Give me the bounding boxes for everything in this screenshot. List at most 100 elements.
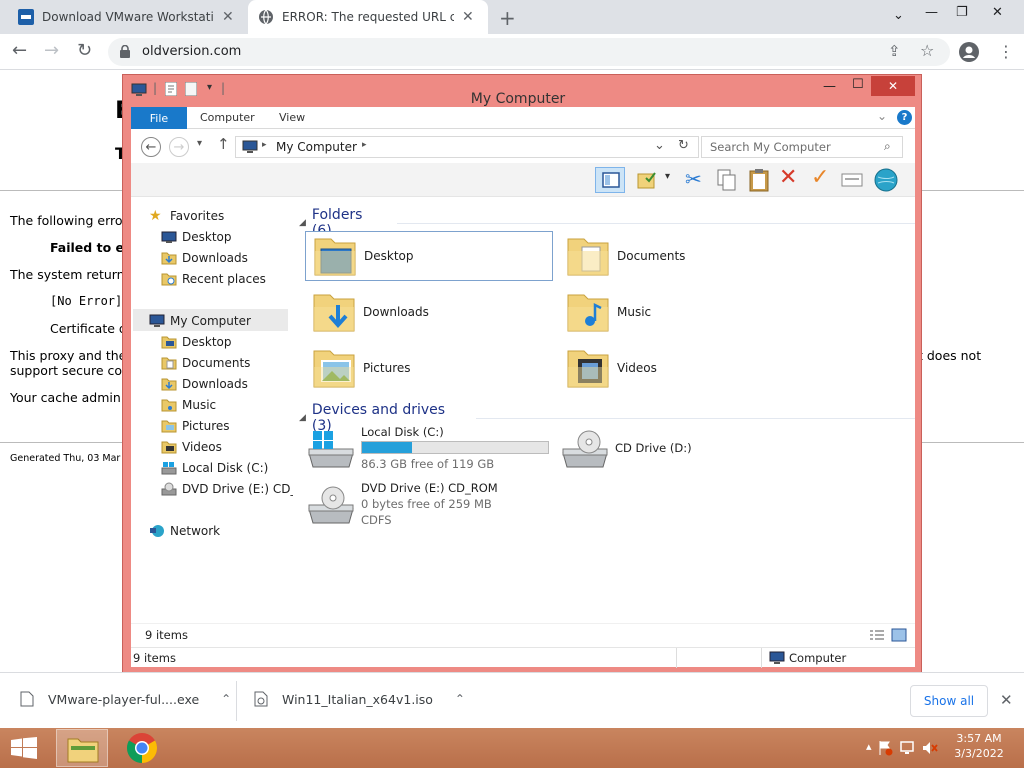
drive-cd-d[interactable]: CD Drive (D:) xyxy=(559,425,809,475)
tab-file[interactable]: File xyxy=(131,107,187,129)
nav-mc-music[interactable]: Music xyxy=(161,398,216,412)
forward-icon[interactable]: → xyxy=(44,40,59,61)
close-tab-icon[interactable]: ✕ xyxy=(222,9,234,25)
nav-mc-desktop[interactable]: Desktop xyxy=(161,335,232,349)
forward-icon[interactable]: → xyxy=(169,137,189,157)
delete-icon[interactable]: ✕ xyxy=(779,165,797,190)
tab-search-icon[interactable]: ⌄ xyxy=(893,8,904,23)
folder-downloads[interactable]: Downloads xyxy=(305,287,553,337)
cut-icon[interactable]: ✂ xyxy=(685,167,702,191)
nav-label: Music xyxy=(182,398,217,412)
bookmark-star-icon[interactable]: ☆ xyxy=(920,41,934,60)
drive-name: CD Drive (D:) xyxy=(615,441,692,455)
expand-ribbon-icon[interactable]: ⌄ xyxy=(877,109,887,123)
volume-muted-icon[interactable] xyxy=(922,740,938,756)
address-dropdown-icon[interactable]: ⌄ xyxy=(654,138,665,153)
command-bar: ▾ ✂ ✕ ✓ xyxy=(131,163,915,197)
nav-mc-videos[interactable]: Videos xyxy=(161,440,222,454)
recent-locations-icon[interactable]: ▾ xyxy=(197,138,202,149)
action-center-flag-icon[interactable] xyxy=(877,740,893,756)
rename-icon[interactable] xyxy=(841,173,863,187)
properties-check-icon[interactable] xyxy=(637,170,659,190)
network-globe-icon[interactable] xyxy=(873,167,899,193)
folder-pictures[interactable]: Pictures xyxy=(305,343,553,393)
download-item-win11[interactable]: Win11_Italian_x64v1.iso ⌃ xyxy=(254,691,465,707)
nav-fav-recent[interactable]: Recent places xyxy=(161,272,266,286)
drive-dvd-e[interactable]: DVD Drive (E:) CD_ROM 0 bytes free of 25… xyxy=(305,481,555,531)
nav-mc-documents[interactable]: Documents xyxy=(161,356,250,370)
minimize-icon[interactable]: — xyxy=(925,5,938,20)
main-pane: ★ Favorites Desktop Downloads Recent pla… xyxy=(131,197,915,623)
dvd-drive-icon xyxy=(161,482,177,496)
close-download-bar-icon[interactable]: ✕ xyxy=(1000,691,1013,709)
tab-view[interactable]: View xyxy=(279,111,305,124)
tab-computer[interactable]: Computer xyxy=(200,111,255,124)
file-icon xyxy=(20,691,34,707)
minimize-icon[interactable]: — xyxy=(823,79,836,94)
ribbon-tabs: File Computer View ⌄ ? xyxy=(131,107,915,129)
nav-my-computer[interactable]: My Computer xyxy=(149,314,251,328)
drive-local-disk-c[interactable]: Local Disk (C:) 86.3 GB free of 119 GB xyxy=(305,425,555,475)
address-bar[interactable]: oldversion.com ⇪ ☆ xyxy=(108,38,950,66)
nav-mc-pictures[interactable]: Pictures xyxy=(161,419,230,433)
content-area: ◢ Folders (6) Desktop Documents Download… xyxy=(293,197,915,623)
up-icon[interactable]: ↑ xyxy=(217,135,230,153)
tab-vmware[interactable]: Download VMware Workstation Player ✕ xyxy=(8,0,248,34)
close-window-icon[interactable]: ✕ xyxy=(992,5,1003,20)
breadcrumb-chevron-icon: ▸ xyxy=(362,140,367,150)
taskbar-explorer-button[interactable] xyxy=(56,729,108,767)
details-view-icon[interactable] xyxy=(869,629,885,641)
address-row: ← → ▾ ↑ ▸ My Computer ▸ ⌄ ↻ Search My Co… xyxy=(131,129,915,163)
share-icon[interactable]: ⇪ xyxy=(888,42,901,60)
address-field[interactable]: ▸ My Computer ▸ ⌄ ↻ xyxy=(235,136,699,158)
chrome-icon[interactable] xyxy=(126,732,158,764)
close-window-button[interactable]: ✕ xyxy=(871,76,915,96)
large-icons-view-icon[interactable] xyxy=(891,628,907,642)
page-text: support secure con xyxy=(10,363,130,378)
close-tab-icon[interactable]: ✕ xyxy=(462,9,474,25)
nav-network[interactable]: Network xyxy=(149,524,220,538)
network-status-icon[interactable] xyxy=(899,740,917,756)
folder-desktop[interactable]: Desktop xyxy=(305,231,553,281)
nav-mc-local-disk[interactable]: Local Disk (C:) xyxy=(161,461,268,475)
videos-folder-icon xyxy=(161,441,177,454)
new-tab-button[interactable]: + xyxy=(499,6,516,30)
show-all-button[interactable]: Show all xyxy=(910,685,988,717)
dropdown-icon[interactable]: ▾ xyxy=(665,171,670,182)
paste-icon[interactable] xyxy=(748,168,770,192)
download-item-vmware[interactable]: VMware-player-ful....exe ⌃ xyxy=(20,691,231,707)
folder-documents[interactable]: Documents xyxy=(559,231,807,281)
tab-error[interactable]: ERROR: The requested URL could not be re… xyxy=(248,0,488,34)
back-icon[interactable]: ← xyxy=(12,40,27,61)
show-hidden-icons[interactable]: ▴ xyxy=(866,740,872,753)
rename-check-icon[interactable]: ✓ xyxy=(811,165,829,190)
help-icon[interactable]: ? xyxy=(897,110,912,125)
windows-start-icon[interactable] xyxy=(10,737,38,759)
back-icon[interactable]: ← xyxy=(141,137,161,157)
menu-kebab-icon[interactable]: ⋮ xyxy=(998,42,1014,61)
refresh-icon[interactable]: ↻ xyxy=(678,138,689,153)
search-input[interactable]: Search My Computer ⌕ xyxy=(701,136,903,158)
chevron-up-icon[interactable]: ⌃ xyxy=(221,692,231,706)
copy-icon[interactable] xyxy=(717,169,737,191)
reload-icon[interactable]: ↻ xyxy=(77,40,92,61)
folder-videos[interactable]: Videos xyxy=(559,343,807,393)
nav-label: Documents xyxy=(182,356,251,370)
maximize-icon[interactable]: ☐ xyxy=(852,77,864,92)
chevron-up-icon[interactable]: ⌃ xyxy=(455,692,465,706)
nav-fav-downloads[interactable]: Downloads xyxy=(161,251,248,265)
drive-free-space: 0 bytes free of 259 MB xyxy=(361,497,492,511)
star-icon: ★ xyxy=(149,208,162,224)
nav-favorites[interactable]: ★ Favorites xyxy=(149,209,224,223)
restore-icon[interactable]: ❐ xyxy=(956,5,968,20)
nav-mc-downloads[interactable]: Downloads xyxy=(161,377,248,391)
browser-tab-bar: Download VMware Workstation Player ✕ ERR… xyxy=(0,0,1024,34)
pictures-folder-icon xyxy=(313,350,355,388)
profile-icon[interactable] xyxy=(959,42,979,62)
drive-free-space: 86.3 GB free of 119 GB xyxy=(361,457,495,471)
folder-music[interactable]: Music xyxy=(559,287,807,337)
search-icon: ⌕ xyxy=(884,139,891,153)
preview-pane-button[interactable] xyxy=(595,167,625,193)
clock[interactable]: 3:57 AM 3/3/2022 xyxy=(946,731,1012,761)
nav-fav-desktop[interactable]: Desktop xyxy=(161,230,232,244)
